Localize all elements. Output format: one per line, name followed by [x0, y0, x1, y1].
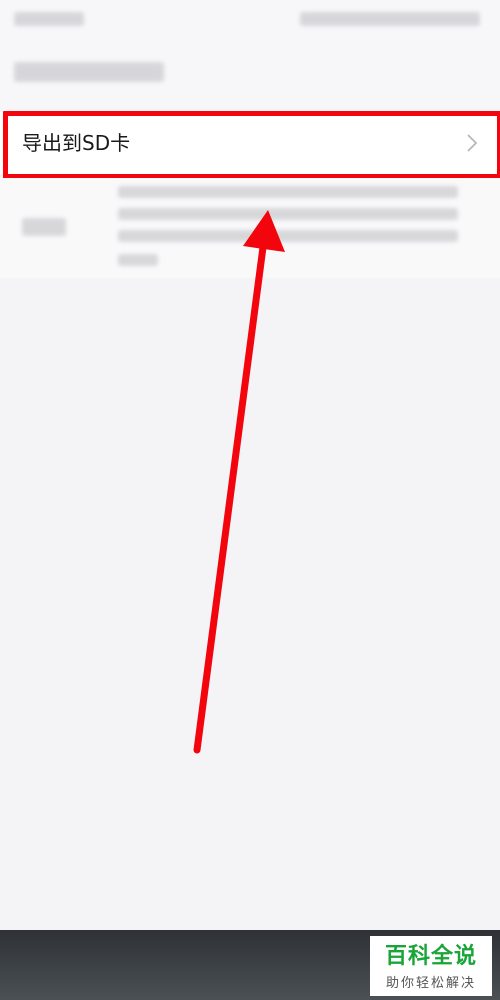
watermark-title: 百科全说: [384, 944, 477, 969]
description-label-blurred: [22, 218, 66, 236]
page-header: [0, 40, 500, 112]
description-section: [0, 178, 500, 278]
status-time-blurred: [14, 12, 84, 26]
chevron-right-icon: [467, 134, 478, 152]
description-text-blurred: [118, 208, 458, 220]
status-icons-blurred: [300, 12, 480, 26]
watermark-logo: 百科全说 助你轻松解决: [370, 936, 492, 996]
export-to-sd-card-label: 导出到SD卡: [22, 131, 131, 155]
status-bar: [0, 0, 500, 40]
description-text-blurred: [118, 186, 458, 198]
description-text-blurred: [118, 230, 458, 242]
description-text-blurred: [118, 254, 158, 266]
page-title-blurred: [14, 62, 164, 82]
export-to-sd-card-item[interactable]: 导出到SD卡: [0, 112, 500, 174]
watermark-subtitle: 助你轻松解决: [385, 976, 476, 991]
